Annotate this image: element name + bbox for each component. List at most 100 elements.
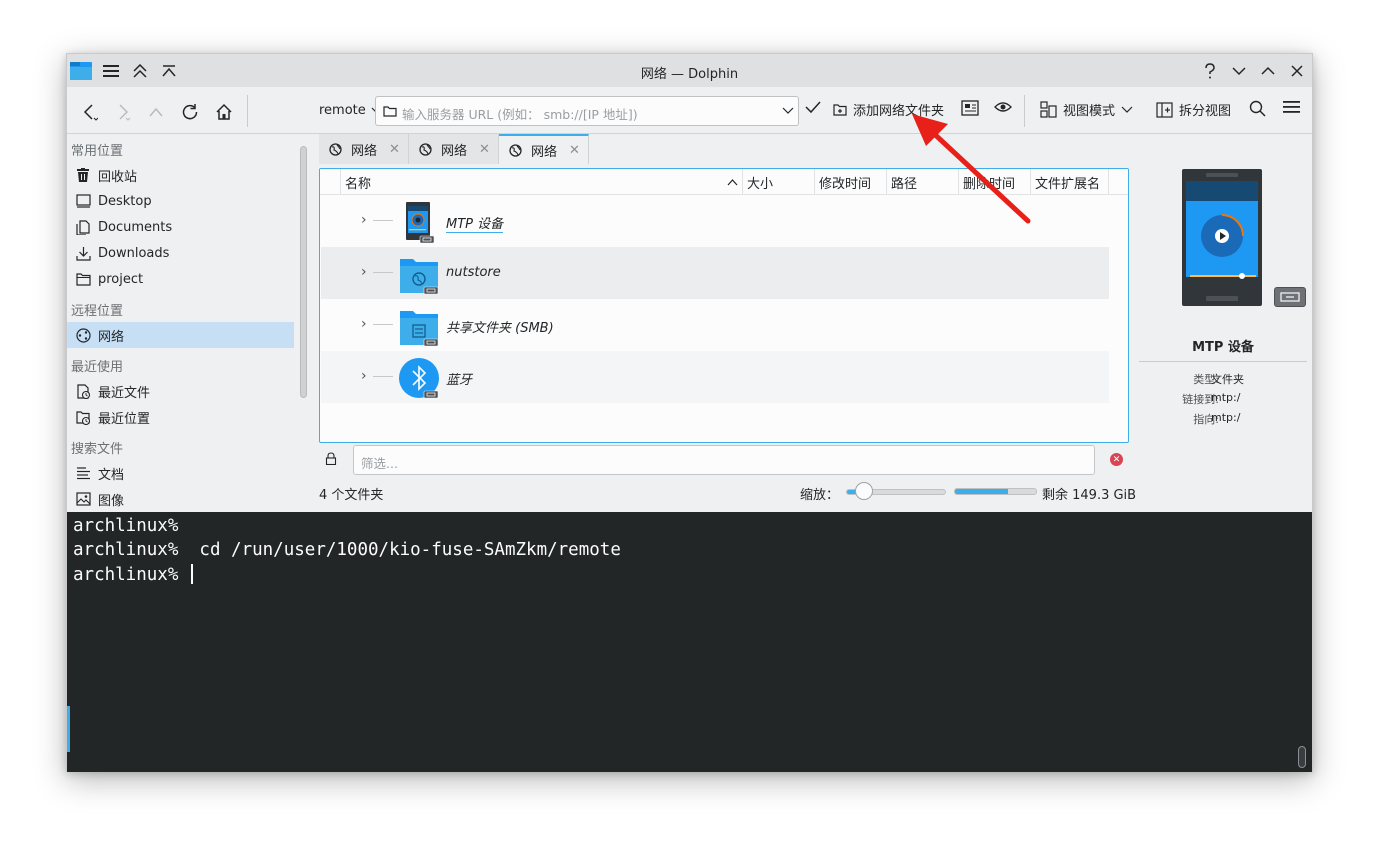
tab-network-3[interactable]: 网络 ✕ [499,134,589,164]
filter-placeholder: 筛选... [361,456,398,471]
minimize-icon[interactable] [1227,59,1251,83]
annotation-arrow [912,114,1031,224]
clear-filter-icon[interactable]: ✕ [1110,453,1123,466]
expand-chevron-icon[interactable]: › [361,368,367,384]
tab-label: 网络 [441,143,468,159]
column-size[interactable]: 大小 [742,169,814,195]
tab-close-icon[interactable]: ✕ [569,143,580,158]
terminal-panel[interactable]: archlinux% archlinux% cd /run/user/1000/… [67,512,1312,772]
tab-label: 网络 [351,143,378,159]
url-history-chevron-icon[interactable] [782,107,794,115]
globe-icon [509,143,522,157]
globe-icon [329,142,342,156]
close-icon[interactable] [1285,59,1309,83]
sidebar-item-documents-search[interactable]: 文档 [67,460,294,486]
main-toolbar: remote 输入服务器 URL (例如： smb://[IP 地址]) 添加网… [67,87,1312,134]
text-document-icon [75,465,91,481]
expand-chevron-icon[interactable]: › [361,316,367,332]
terminal-scrollbar[interactable] [1298,746,1306,768]
url-scheme-selector[interactable]: remote [319,103,381,118]
sidebar-item-documents[interactable]: Documents [67,214,294,240]
sidebar-item-label: 回收站 [98,169,138,185]
filter-input[interactable]: 筛选... [353,445,1095,475]
sidebar-item-recent-locations[interactable]: 最近位置 [67,404,294,430]
tab-network-2[interactable]: 网络 ✕ [409,134,499,164]
folder-count: 4 个文件夹 [319,488,384,503]
sidebar-item-downloads[interactable]: Downloads [67,240,294,266]
confirm-url-button[interactable] [805,100,821,114]
split-view-icon [1156,101,1173,118]
add-folder-icon [833,103,847,116]
sidebar-item-recent-files[interactable]: 最近文件 [67,378,294,404]
folder-icon [75,271,91,287]
smb-share-icon [400,311,439,347]
places-panel: 常用位置 回收站 Desktop Documents Downloads pro… [67,135,307,511]
tab-network-1[interactable]: 网络 ✕ [319,134,409,164]
sort-ascending-icon [727,179,738,186]
column-modified[interactable]: 修改时间 [814,169,886,195]
expand-chevron-icon[interactable]: › [361,264,367,280]
image-icon [75,491,91,507]
sidebar-item-images-search[interactable]: 图像 [67,486,294,511]
dolphin-window: 网络 — Dolphin remote 输入服务器 URL (例如： smb:/… [66,53,1313,772]
url-input[interactable]: 输入服务器 URL (例如： smb://[IP 地址]) [375,96,799,126]
home-icon[interactable] [211,99,237,125]
column-extension[interactable]: 文件扩展名 [1030,169,1108,195]
tab-close-icon[interactable]: ✕ [389,142,400,157]
terminal-line: archlinux% [73,516,179,536]
file-name[interactable]: 共享文件夹 (SMB) [446,317,554,336]
split-view-button[interactable]: 拆分视图 [1156,100,1231,119]
link-emblem-icon [1274,287,1306,307]
view-mode-button[interactable]: 视图模式 [1040,100,1133,119]
desktop-icon [75,193,91,209]
sidebar-item-network[interactable]: 网络 [67,322,294,348]
network-folder-icon [400,259,439,295]
hamburger-menu-icon [1283,101,1300,113]
recent-files-icon [75,383,91,399]
info-key: 指向: [1193,413,1219,426]
terminal-prompt-line[interactable]: archlinux% [73,564,193,585]
file-row-bluetooth[interactable]: › 蓝牙 [321,351,1109,403]
back-button[interactable] [76,99,102,125]
lock-filter-icon[interactable] [325,452,337,469]
sidebar-item-label: 图像 [98,493,125,509]
column-name-label: 名称 [345,176,372,192]
file-row-smb[interactable]: › 共享文件夹 (SMB) [321,299,1109,351]
sidebar-scrollbar[interactable] [300,146,307,398]
column-extension-label: 文件扩展名 [1035,176,1101,192]
expand-chevron-icon[interactable]: › [361,212,367,228]
maximize-icon[interactable] [1256,59,1280,83]
file-name[interactable]: nutstore [446,265,501,280]
file-name[interactable]: 蓝牙 [446,369,472,388]
zoom-slider-handle[interactable] [855,482,873,500]
sidebar-item-label: 最近位置 [98,411,151,427]
toolbar-separator [247,95,248,127]
info-panel-title: MTP 设备 [1192,340,1254,355]
file-row-nutstore[interactable]: › nutstore [321,247,1109,299]
tree-line [373,324,393,325]
section-places: 常用位置 [71,144,124,159]
app-menu-button[interactable] [1283,100,1300,114]
sidebar-item-label: 网络 [98,329,125,345]
split-view-label: 拆分视图 [1179,104,1232,119]
forward-button[interactable] [110,99,136,125]
terminal-cursor [190,564,193,584]
sidebar-item-trash[interactable]: 回收站 [67,162,294,188]
sidebar-item-label: 文档 [98,467,125,483]
terminal-marker [67,706,70,752]
zoom-label: 缩放： [800,488,840,503]
column-name[interactable]: 名称 [340,169,742,195]
file-name[interactable]: MTP 设备 [446,213,504,233]
tab-close-icon[interactable]: ✕ [479,142,490,157]
help-icon[interactable] [1198,59,1222,83]
search-button[interactable] [1249,100,1266,117]
reload-icon[interactable] [177,99,203,125]
sidebar-item-project[interactable]: project [67,266,294,292]
terminal-line: archlinux% cd /run/user/1000/kio-fuse-SA… [73,540,621,560]
up-button[interactable] [143,99,169,125]
sidebar-item-desktop[interactable]: Desktop [67,188,294,214]
info-key: 链接到: [1182,393,1219,406]
url-placeholder: 输入服务器 URL (例如： smb://[IP 地址]) [402,107,638,122]
trash-icon [75,167,91,183]
globe-icon [419,142,432,156]
